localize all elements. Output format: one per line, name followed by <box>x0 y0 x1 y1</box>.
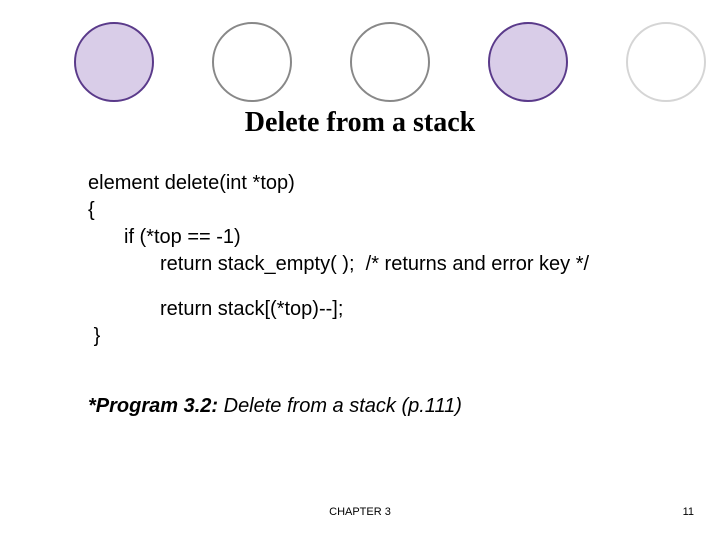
slide: Delete from a stack element delete(int *… <box>0 0 720 540</box>
code-line: { <box>88 197 678 224</box>
caption-label: *Program 3.2: <box>88 395 218 417</box>
circle-icon <box>74 22 154 102</box>
code-line: if (*top == -1) <box>88 224 678 251</box>
caption-text: Delete from a stack (p.111) <box>218 395 462 417</box>
code-text: return stack_empty( ); <box>160 253 355 275</box>
code-comment: /* returns and error key */ <box>366 253 589 275</box>
footer-page-number: 11 <box>683 506 694 518</box>
program-caption: *Program 3.2: Delete from a stack (p.111… <box>88 395 462 418</box>
footer-chapter: CHAPTER 3 <box>0 506 720 518</box>
circle-icon <box>626 22 706 102</box>
circle-icon <box>350 22 430 102</box>
circle-icon <box>212 22 292 102</box>
code-line: } <box>88 323 678 350</box>
code-line: return stack_empty( ); /* returns and er… <box>88 251 678 278</box>
code-block: element delete(int *top) { if (*top == -… <box>88 170 678 350</box>
blank-line <box>88 278 678 296</box>
slide-title: Delete from a stack <box>0 107 720 139</box>
code-line: return stack[(*top)--]; <box>88 296 678 323</box>
code-line: element delete(int *top) <box>88 170 678 197</box>
decorative-circles <box>74 22 706 102</box>
circle-icon <box>488 22 568 102</box>
code-text: } <box>94 325 101 347</box>
